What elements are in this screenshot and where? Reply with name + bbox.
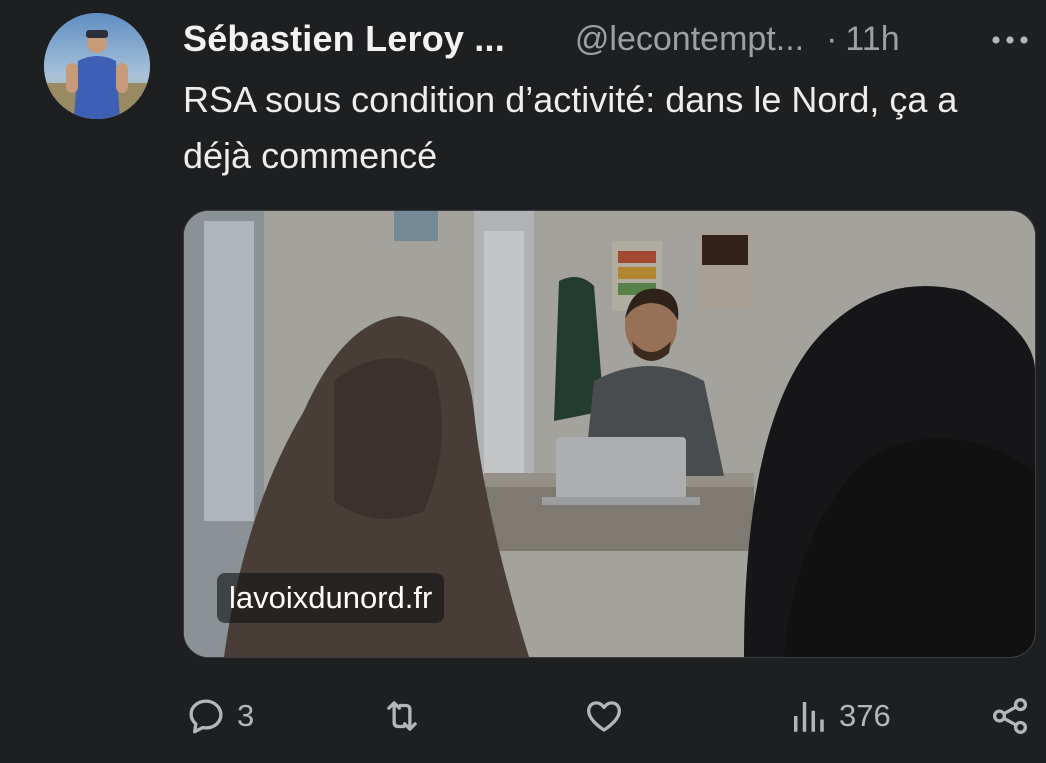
timestamp[interactable]: 11h	[845, 20, 899, 59]
link-card[interactable]: lavoixdunord.fr	[183, 210, 1036, 658]
heart-icon	[587, 701, 621, 732]
like-button[interactable]	[583, 688, 625, 744]
more-options-button[interactable]	[988, 20, 1032, 60]
avatar[interactable]	[44, 13, 150, 119]
author-name[interactable]: Sébastien Leroy ...	[183, 18, 505, 60]
link-domain-badge: lavoixdunord.fr	[217, 573, 445, 623]
views-button[interactable]: 376	[787, 688, 891, 744]
separator-dot: ·	[826, 19, 838, 58]
action-bar: 3 376	[183, 688, 1035, 744]
author-handle[interactable]: @lecontempt...	[575, 20, 804, 59]
reply-button[interactable]: 3	[185, 688, 254, 744]
share-icon	[992, 698, 1028, 734]
retweet-button[interactable]	[381, 688, 423, 744]
more-horizontal-icon	[992, 36, 1028, 44]
avatar-photo	[44, 13, 150, 119]
tweet-header: Sébastien Leroy ... @lecontempt... · 11h	[183, 14, 1032, 64]
views-count: 376	[839, 698, 891, 733]
share-button[interactable]	[989, 688, 1031, 744]
reply-count: 3	[237, 698, 255, 733]
reply-icon	[189, 699, 223, 734]
tweet-text: RSA sous condition d’activité: dans le N…	[183, 79, 958, 176]
views-icon	[794, 702, 824, 732]
retweet-icon	[387, 701, 417, 731]
